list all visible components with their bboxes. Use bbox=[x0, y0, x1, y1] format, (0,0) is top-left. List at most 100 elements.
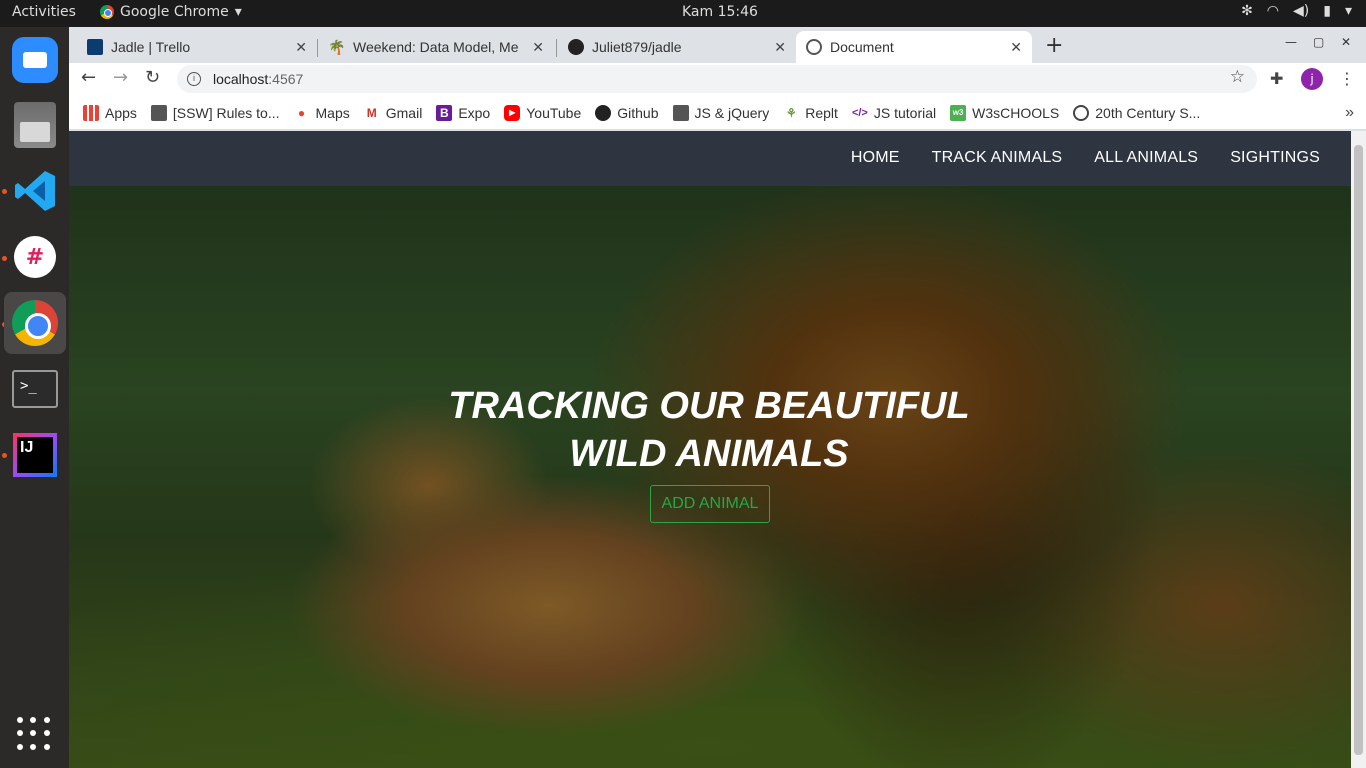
tab-github[interactable]: Juliet879/jadle ✕ bbox=[558, 31, 796, 63]
bookmark-expo[interactable]: B Expo bbox=[436, 104, 490, 121]
bookmark-label: JS tutorial bbox=[873, 104, 937, 121]
dock-vscode[interactable] bbox=[4, 160, 66, 222]
bookmark-apps[interactable]: Apps bbox=[83, 104, 137, 121]
profile-avatar[interactable]: j bbox=[1301, 68, 1323, 90]
bookmark-label: W3sCHOOLS bbox=[972, 104, 1060, 121]
bookmark-20th-century[interactable]: 20th Century S... bbox=[1073, 104, 1201, 121]
apps-grid-icon bbox=[83, 104, 99, 121]
extensions-icon[interactable]: ✚ bbox=[1270, 69, 1283, 88]
code-icon: </> bbox=[851, 106, 868, 119]
volume-icon[interactable]: ◀) bbox=[1293, 3, 1309, 19]
close-icon[interactable]: ✕ bbox=[774, 39, 786, 56]
bookmark-gmail[interactable]: M Gmail bbox=[364, 105, 423, 121]
bookmark-js-jquery[interactable]: JS & jQuery bbox=[672, 104, 770, 121]
minimize-button[interactable]: — bbox=[1285, 35, 1297, 49]
bookmark-github[interactable]: Github bbox=[595, 104, 659, 121]
chrome-icon bbox=[12, 300, 58, 346]
system-top-bar: Activities Google Chrome ▾ Kam 15:46 ✻ ◠… bbox=[0, 0, 1366, 27]
reload-button[interactable]: ↻ bbox=[145, 67, 160, 88]
bookmark-ssw[interactable]: [SSW] Rules to... bbox=[150, 104, 280, 121]
globe-icon bbox=[806, 39, 822, 55]
close-window-button[interactable]: ✕ bbox=[1341, 35, 1351, 49]
bookmark-replit[interactable]: ⚘ Replt bbox=[783, 105, 838, 121]
page-scrollbar[interactable] bbox=[1351, 131, 1366, 768]
tab-separator bbox=[556, 39, 557, 57]
system-tray[interactable]: ✻ ◠ ◀) ▮ ▾ bbox=[1241, 3, 1352, 19]
bookmark-youtube[interactable]: ▶ YouTube bbox=[504, 104, 582, 121]
globe-icon bbox=[1073, 104, 1090, 121]
tab-title: Juliet879/jadle bbox=[592, 39, 682, 55]
app-menu[interactable]: Google Chrome ▾ bbox=[100, 4, 242, 20]
dock-terminal[interactable]: >_ bbox=[4, 358, 66, 420]
chrome-window: Jadle | Trello ✕ 🌴 Weekend: Data Model, … bbox=[69, 27, 1366, 768]
replit-icon: ⚘ bbox=[785, 105, 797, 120]
bookmark-js-tutorial[interactable]: </> JS tutorial bbox=[852, 105, 936, 121]
bookmark-label: Gmail bbox=[385, 104, 423, 121]
show-apps-icon[interactable] bbox=[17, 717, 51, 751]
close-icon[interactable]: ✕ bbox=[1010, 39, 1022, 56]
close-icon[interactable]: ✕ bbox=[295, 39, 307, 56]
dock-files[interactable] bbox=[4, 94, 66, 156]
dock-chrome[interactable] bbox=[4, 292, 66, 354]
chevron-down-icon[interactable]: ▾ bbox=[1345, 3, 1352, 19]
app-menu-label: Google Chrome bbox=[120, 4, 229, 20]
dock-zoom[interactable] bbox=[4, 29, 66, 91]
back-button[interactable]: ← bbox=[81, 67, 96, 88]
forward-button[interactable]: → bbox=[113, 67, 128, 88]
bookmark-label: Apps bbox=[105, 104, 137, 121]
tab-weekend[interactable]: 🌴 Weekend: Data Model, Me ✕ bbox=[319, 31, 554, 63]
terminal-icon: >_ bbox=[12, 370, 58, 408]
battery-icon[interactable]: ▮ bbox=[1323, 3, 1331, 19]
bookmark-label: JS & jQuery bbox=[694, 104, 770, 121]
address-bar[interactable]: i localhost:4567 ☆ bbox=[177, 65, 1257, 93]
tab-strip: Jadle | Trello ✕ 🌴 Weekend: Data Model, … bbox=[69, 27, 1366, 63]
bookmark-maps[interactable]: ● Maps bbox=[294, 105, 350, 121]
trello-icon bbox=[87, 39, 103, 55]
maps-icon: ● bbox=[297, 105, 306, 120]
bookmark-star-icon[interactable]: ☆ bbox=[1230, 67, 1245, 87]
ssw-icon bbox=[150, 104, 167, 121]
w3schools-icon: w3 bbox=[950, 104, 967, 121]
slack-icon: # bbox=[14, 236, 56, 278]
chevron-down-icon: ▾ bbox=[234, 4, 242, 20]
tab-document[interactable]: Document ✕ bbox=[796, 31, 1032, 63]
tab-title: Jadle | Trello bbox=[111, 39, 191, 55]
scrollbar-thumb[interactable] bbox=[1354, 145, 1363, 755]
nav-links: HOME TRACK ANIMALS ALL ANIMALS SIGHTINGS bbox=[851, 149, 1320, 167]
slack-tray-icon[interactable]: ✻ bbox=[1241, 3, 1253, 19]
palm-tree-icon: 🌴 bbox=[328, 38, 346, 55]
info-icon[interactable]: i bbox=[187, 72, 201, 86]
github-icon bbox=[568, 39, 584, 55]
dock: # >_ IJ bbox=[0, 27, 69, 768]
nav-home[interactable]: HOME bbox=[851, 149, 900, 167]
github-icon bbox=[595, 104, 612, 121]
bookmarks-bar: Apps [SSW] Rules to... ● Maps M Gmail B … bbox=[69, 96, 1366, 130]
new-tab-button[interactable]: + bbox=[1045, 33, 1063, 58]
page-viewport: HOME TRACK ANIMALS ALL ANIMALS SIGHTINGS… bbox=[69, 131, 1366, 768]
bookmark-label: 20th Century S... bbox=[1095, 104, 1201, 121]
dock-slack[interactable]: # bbox=[4, 226, 66, 288]
jsjquery-icon bbox=[672, 104, 689, 121]
site-navbar: HOME TRACK ANIMALS ALL ANIMALS SIGHTINGS bbox=[69, 131, 1351, 186]
bookmark-w3schools[interactable]: w3 W3sCHOOLS bbox=[950, 104, 1060, 121]
clock[interactable]: Kam 15:46 bbox=[682, 4, 758, 20]
url-port: :4567 bbox=[268, 71, 304, 87]
bookmark-label: YouTube bbox=[526, 104, 582, 121]
maximize-button[interactable]: ▢ bbox=[1313, 35, 1324, 49]
tab-trello[interactable]: Jadle | Trello ✕ bbox=[77, 31, 317, 63]
chrome-icon bbox=[100, 5, 114, 19]
nav-sightings[interactable]: SIGHTINGS bbox=[1230, 149, 1320, 167]
wifi-icon[interactable]: ◠ bbox=[1267, 3, 1279, 19]
tab-separator bbox=[317, 39, 318, 57]
expo-icon: B bbox=[436, 104, 453, 121]
bookmarks-overflow-icon[interactable]: » bbox=[1345, 104, 1354, 122]
add-animal-button[interactable]: ADD ANIMAL bbox=[650, 485, 770, 523]
close-icon[interactable]: ✕ bbox=[532, 39, 544, 56]
nav-all-animals[interactable]: ALL ANIMALS bbox=[1094, 149, 1198, 167]
more-menu-icon[interactable]: ⋮ bbox=[1339, 69, 1355, 88]
nav-track-animals[interactable]: TRACK ANIMALS bbox=[932, 149, 1063, 167]
hero-content: TRACKING OUR BEAUTIFUL WILD ANIMALS ADD … bbox=[69, 186, 1351, 768]
gmail-icon: M bbox=[366, 105, 377, 120]
dock-intellij[interactable]: IJ bbox=[4, 424, 66, 486]
activities-button[interactable]: Activities bbox=[12, 4, 76, 20]
